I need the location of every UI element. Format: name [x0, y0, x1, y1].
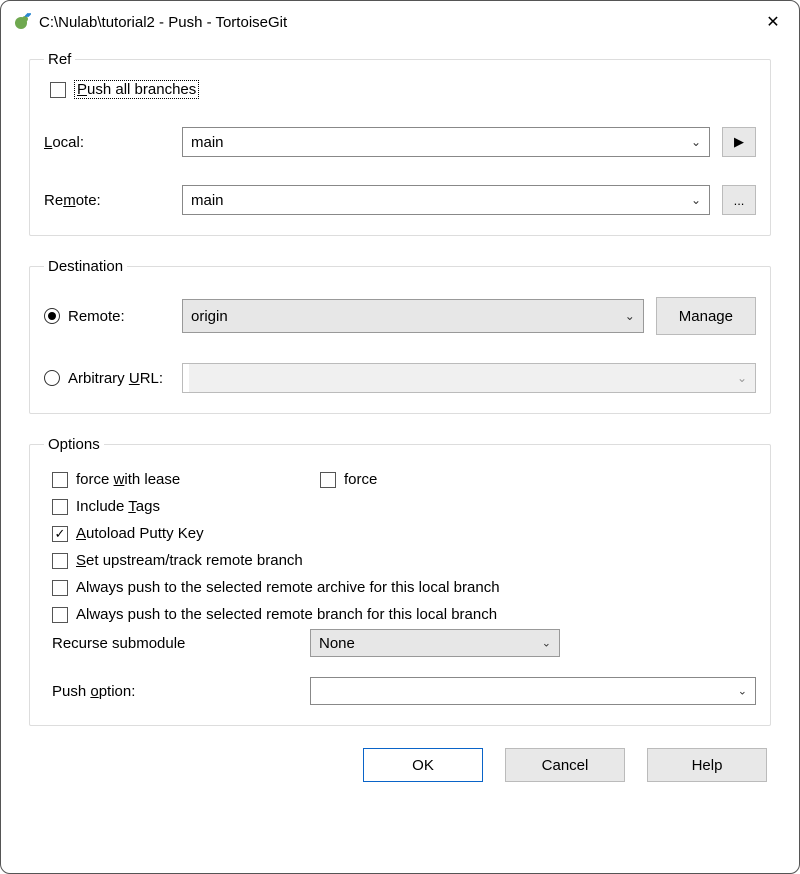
recurse-combo[interactable]: None ⌄ — [310, 629, 560, 657]
remote-row: Remote: main ⌄ ... — [44, 185, 756, 215]
window-title: C:\Nulab\tutorial2 - Push - TortoiseGit — [39, 14, 761, 31]
force-label: force — [344, 471, 377, 488]
cancel-label: Cancel — [542, 757, 589, 774]
push-option-label: Push option: — [52, 683, 310, 700]
recurse-value: None — [319, 635, 355, 652]
checkbox-icon — [52, 607, 68, 623]
include-tags-label: Include Tags — [76, 498, 160, 515]
push-dialog: C:\Nulab\tutorial2 - Push - TortoiseGit … — [0, 0, 800, 874]
dest-url-label: Arbitrary URL: — [68, 370, 163, 387]
remote-label: Remote: — [44, 192, 182, 209]
local-branch-value: main — [191, 134, 224, 151]
dest-url-combo[interactable]: ⌄ — [182, 363, 756, 393]
dest-remote-radio[interactable]: Remote: — [44, 308, 182, 325]
force-checkbox[interactable]: force — [320, 471, 377, 488]
ellipsis-icon: ... — [734, 193, 745, 208]
local-label: Local: — [44, 134, 182, 151]
manage-label: Manage — [679, 308, 733, 325]
help-button[interactable]: Help — [647, 748, 767, 782]
checkbox-icon — [52, 553, 68, 569]
tortoisegit-icon — [13, 13, 31, 31]
close-button[interactable]: ✕ — [761, 10, 785, 34]
manage-button[interactable]: Manage — [656, 297, 756, 335]
help-label: Help — [692, 757, 723, 774]
remote-branch-value: main — [191, 192, 224, 209]
triangle-right-icon: ▶ — [734, 134, 744, 150]
radio-on-icon — [44, 308, 60, 324]
recurse-label: Recurse submodule — [52, 635, 310, 652]
options-legend: Options — [44, 436, 104, 453]
always-branch-checkbox[interactable]: Always push to the selected remote branc… — [52, 606, 756, 623]
always-branch-label: Always push to the selected remote branc… — [76, 606, 497, 623]
radio-off-icon — [44, 370, 60, 386]
chevron-down-icon: ⌄ — [542, 637, 551, 650]
local-branch-combo[interactable]: main ⌄ — [182, 127, 710, 157]
chevron-down-icon: ⌄ — [737, 371, 747, 385]
recurse-row: Recurse submodule None ⌄ — [52, 629, 756, 657]
chevron-down-icon: ⌄ — [625, 309, 635, 323]
checkbox-icon — [52, 472, 68, 488]
chevron-down-icon: ⌄ — [738, 685, 747, 698]
push-all-branches-checkbox[interactable]: Push all branches — [50, 80, 756, 99]
dest-url-radio-wrap: Arbitrary URL: — [44, 370, 182, 387]
set-upstream-label: Set upstream/track remote branch — [76, 552, 303, 569]
always-archive-label: Always push to the selected remote archi… — [76, 579, 500, 596]
checkbox-icon — [52, 499, 68, 515]
remote-branch-combo[interactable]: main ⌄ — [182, 185, 710, 215]
destination-legend: Destination — [44, 258, 127, 275]
force-with-lease-checkbox[interactable]: force with lease — [52, 471, 312, 488]
force-with-lease-label: force with lease — [76, 471, 180, 488]
dest-remote-combo[interactable]: origin ⌄ — [182, 299, 644, 333]
ok-label: OK — [412, 757, 434, 774]
push-option-row: Push option: ⌄ — [52, 677, 756, 705]
dest-remote-label: Remote: — [68, 308, 125, 325]
dest-remote-value: origin — [191, 308, 228, 325]
push-all-branches-label: Push all branches — [74, 80, 199, 99]
dest-url-radio[interactable]: Arbitrary URL: — [44, 370, 182, 387]
push-option-combo[interactable]: ⌄ — [310, 677, 756, 705]
destination-group: Destination Remote: origin ⌄ Manage — [29, 258, 771, 414]
remote-browse-button[interactable]: ... — [722, 185, 756, 215]
dialog-content: Ref Push all branches Local: main ⌄ ▶ — [1, 43, 799, 873]
titlebar: C:\Nulab\tutorial2 - Push - TortoiseGit … — [1, 1, 799, 43]
dest-remote-row: Remote: origin ⌄ Manage — [44, 297, 756, 335]
dialog-buttons: OK Cancel Help — [29, 744, 771, 786]
local-more-button[interactable]: ▶ — [722, 127, 756, 157]
local-row: Local: main ⌄ ▶ — [44, 127, 756, 157]
always-archive-checkbox[interactable]: Always push to the selected remote archi… — [52, 579, 756, 596]
ref-legend: Ref — [44, 51, 75, 68]
checkbox-icon — [320, 472, 336, 488]
checkbox-icon — [52, 580, 68, 596]
close-icon: ✕ — [766, 12, 779, 32]
autoload-putty-label: Autoload Putty Key — [76, 525, 204, 542]
dest-url-row: Arbitrary URL: ⌄ — [44, 363, 756, 393]
dest-remote-radio-wrap: Remote: — [44, 308, 182, 325]
checkbox-checked-icon — [52, 526, 68, 542]
set-upstream-checkbox[interactable]: Set upstream/track remote branch — [52, 552, 756, 569]
ref-group: Ref Push all branches Local: main ⌄ ▶ — [29, 51, 771, 236]
chevron-down-icon: ⌄ — [691, 135, 701, 149]
autoload-putty-checkbox[interactable]: Autoload Putty Key — [52, 525, 756, 542]
checkbox-icon — [50, 82, 66, 98]
options-group: Options force with lease force Include T… — [29, 436, 771, 726]
chevron-down-icon: ⌄ — [691, 193, 701, 207]
include-tags-checkbox[interactable]: Include Tags — [52, 498, 756, 515]
ok-button[interactable]: OK — [363, 748, 483, 782]
cancel-button[interactable]: Cancel — [505, 748, 625, 782]
